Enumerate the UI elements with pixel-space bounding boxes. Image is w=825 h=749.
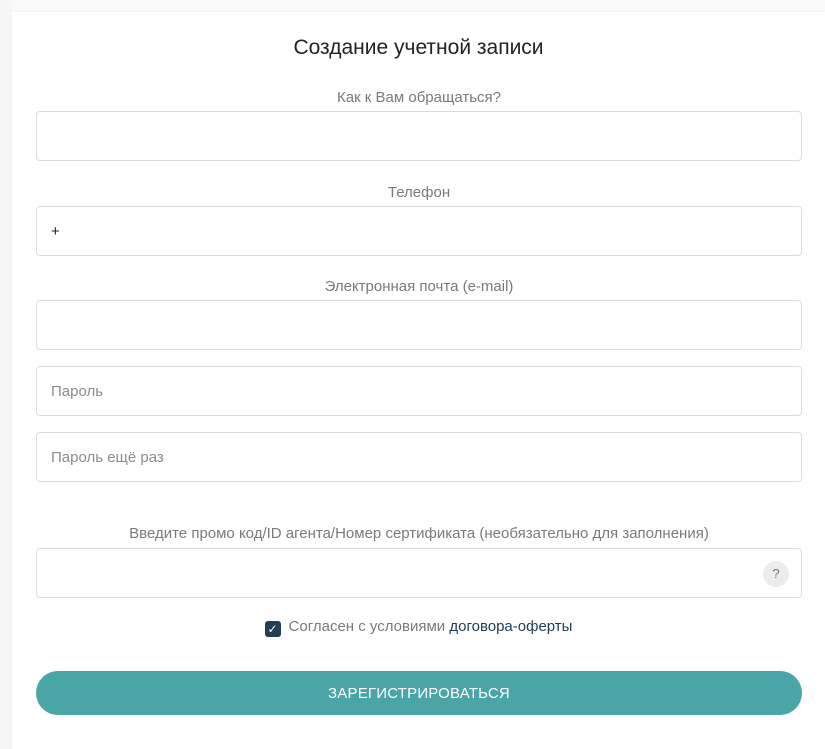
phone-label: Телефон xyxy=(387,184,451,201)
promo-field-box: ? xyxy=(36,548,802,598)
password-input[interactable] xyxy=(37,367,801,415)
window-left-edge xyxy=(0,0,12,749)
help-icon[interactable]: ? xyxy=(763,561,789,587)
form-title: Создание учетной записи xyxy=(293,36,544,59)
password-repeat-input[interactable] xyxy=(37,433,801,481)
window-top-edge xyxy=(0,0,825,12)
promo-input[interactable] xyxy=(37,549,801,597)
phone-input[interactable] xyxy=(37,207,801,255)
agree-text: Согласен с условиями xyxy=(288,618,446,635)
email-input[interactable] xyxy=(37,301,801,349)
name-field-box xyxy=(36,111,802,161)
promo-label: Введите промо код/ID агента/Номер сертиф… xyxy=(129,525,709,542)
register-button[interactable]: ЗАРЕГИСТРИРОВАТЬСЯ xyxy=(36,671,802,715)
phone-field-box xyxy=(36,206,802,256)
agree-checkbox[interactable]: ✓ xyxy=(264,621,281,637)
password-field-box xyxy=(36,366,802,416)
password-repeat-field-box xyxy=(36,432,802,482)
offer-agreement-link[interactable]: договора-оферты xyxy=(449,618,572,635)
registration-form: Создание учетной записи Как к Вам обраща… xyxy=(12,12,825,749)
name-input[interactable] xyxy=(37,112,801,160)
name-label: Как к Вам обращаться? xyxy=(337,89,501,106)
email-label: Электронная почта (e-mail) xyxy=(324,278,514,295)
email-field-box xyxy=(36,300,802,350)
agree-row: ✓ Согласен с условиями договора-оферты xyxy=(12,618,825,637)
